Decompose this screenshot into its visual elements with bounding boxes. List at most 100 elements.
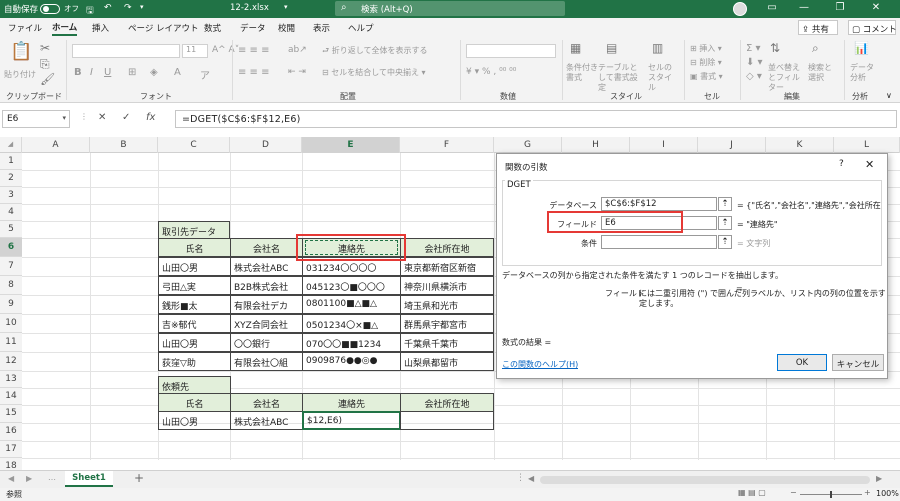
- cancel-button[interactable]: キャンセル: [832, 354, 884, 371]
- table-header-address[interactable]: 会社所在地: [400, 238, 494, 257]
- collapse-dialog-icon[interactable]: ⇡: [718, 235, 732, 249]
- orientation-icon[interactable]: ab↗: [288, 45, 307, 55]
- align-top-icon[interactable]: ≡ ≡ ≡: [238, 45, 270, 56]
- row-header[interactable]: 11: [0, 333, 22, 352]
- scroll-right-icon[interactable]: ▶: [26, 474, 32, 483]
- clear-icon[interactable]: ◇ ▾: [746, 71, 762, 82]
- close-icon[interactable]: ✕: [862, 2, 890, 13]
- font-size-box[interactable]: 11: [182, 44, 208, 58]
- collapse-dialog-icon[interactable]: ⇡: [718, 197, 732, 211]
- cell-style-label[interactable]: セルのスタイル: [648, 63, 678, 93]
- sheet-tab-sheet1[interactable]: Sheet1: [65, 471, 113, 487]
- font-grow-shrink-icon[interactable]: A^ A˅: [212, 45, 239, 55]
- find-select-label[interactable]: 検索と選択: [808, 63, 838, 83]
- ok-button[interactable]: OK: [777, 354, 827, 371]
- row-header[interactable]: 15: [0, 405, 22, 423]
- ribbon-collapse-icon[interactable]: ∨: [886, 91, 892, 100]
- table-cell[interactable]: 0501234〇×■△: [302, 314, 401, 333]
- row-header[interactable]: 16: [0, 423, 22, 441]
- table-cell[interactable]: 山田〇男: [158, 333, 231, 352]
- minimize-icon[interactable]: —: [790, 2, 818, 13]
- conditional-format-label[interactable]: 条件付き書式: [566, 63, 598, 83]
- tab-insert[interactable]: 挿入: [92, 22, 109, 34]
- close-icon[interactable]: ✕: [865, 158, 874, 171]
- table-cell[interactable]: 〇〇銀行: [230, 333, 303, 352]
- underline-icon[interactable]: U: [104, 67, 111, 78]
- database-input[interactable]: $C$6:$F$12: [601, 197, 717, 211]
- avatar[interactable]: [733, 2, 747, 16]
- column-header-g[interactable]: G: [494, 137, 562, 153]
- more-sheets-icon[interactable]: …: [48, 473, 56, 482]
- formula-input[interactable]: =DGET($C$6:$F$12,E6): [175, 110, 897, 128]
- column-header-e[interactable]: E: [302, 137, 400, 153]
- zoom-out-icon[interactable]: −: [790, 488, 797, 497]
- number-format-box[interactable]: [466, 44, 556, 58]
- insert-cells-button[interactable]: ⊞ 挿入 ▾: [690, 43, 722, 54]
- zoom-level[interactable]: 100%: [876, 489, 899, 498]
- undo-icon[interactable]: ↶: [104, 3, 112, 13]
- table-cell[interactable]: XYZ合同会社: [230, 314, 303, 333]
- find-select-icon[interactable]: ⌕: [812, 41, 819, 56]
- number-format-icons[interactable]: ¥ ▾ % , ⁰⁰ ⁰⁰: [466, 67, 516, 77]
- quick-access-dropdown-icon[interactable]: ▾: [140, 3, 144, 11]
- table-cell[interactable]: 有限会社〇組: [230, 352, 303, 371]
- search-box[interactable]: ⌕ 検索 (Alt+Q): [335, 1, 565, 16]
- conditional-format-icon[interactable]: ▦: [570, 41, 581, 55]
- table-cell[interactable]: 株式会社ABC: [230, 411, 303, 430]
- name-box[interactable]: E6 ▾: [2, 110, 70, 128]
- column-header-l[interactable]: L: [834, 137, 900, 153]
- phonetic-icon[interactable]: ア: [200, 67, 210, 82]
- column-header-c[interactable]: C: [158, 137, 230, 153]
- table-cell[interactable]: B2B株式会社: [230, 276, 303, 295]
- hscroll-right-icon[interactable]: ▶: [876, 474, 882, 483]
- font-name-box[interactable]: [72, 44, 180, 58]
- cell-style-icon[interactable]: ▥: [652, 41, 663, 55]
- filename-dropdown-icon[interactable]: ▾: [284, 3, 288, 11]
- confirm-entry-icon[interactable]: ✓: [122, 112, 130, 123]
- view-icons[interactable]: ▦ ▤ ▢: [738, 488, 766, 497]
- fill-color-icon[interactable]: ◈: [150, 67, 158, 78]
- row-header[interactable]: 7: [0, 257, 22, 276]
- analyze-data-icon[interactable]: 📊: [854, 41, 869, 55]
- table-cell[interactable]: 070〇〇■■1234: [302, 333, 401, 352]
- column-header-i[interactable]: I: [630, 137, 698, 153]
- italic-icon[interactable]: I: [90, 67, 93, 78]
- horizontal-scrollbar[interactable]: [540, 476, 870, 484]
- font-color-icon[interactable]: A: [174, 67, 181, 78]
- tab-formulas[interactable]: 数式: [204, 22, 221, 34]
- column-header-f[interactable]: F: [400, 137, 494, 153]
- row-header[interactable]: 12: [0, 352, 22, 371]
- tab-home[interactable]: ホーム: [52, 21, 78, 36]
- cancel-entry-icon[interactable]: ✕: [98, 112, 106, 123]
- zoom-in-icon[interactable]: +: [864, 488, 871, 497]
- table-cell[interactable]: 株式会社ABC: [230, 257, 303, 276]
- table-title[interactable]: 依頼先: [158, 376, 231, 394]
- row-header[interactable]: 17: [0, 441, 22, 458]
- row-header[interactable]: 6: [0, 238, 22, 257]
- row-header[interactable]: 10: [0, 314, 22, 333]
- column-header-b[interactable]: B: [90, 137, 158, 153]
- row-header[interactable]: 2: [0, 170, 22, 187]
- table-cell[interactable]: 0909876●●◎●: [302, 352, 401, 371]
- collapse-dialog-icon[interactable]: ⇡: [718, 216, 732, 230]
- table-cell[interactable]: 吉※郁代: [158, 314, 231, 333]
- bold-icon[interactable]: B: [74, 67, 82, 78]
- row-header[interactable]: 14: [0, 388, 22, 405]
- function-help-link[interactable]: この関数のヘルプ(H): [502, 359, 578, 370]
- align-left-icon[interactable]: ≡ ≡ ≡: [238, 67, 270, 78]
- chevron-down-icon[interactable]: ▾: [62, 114, 66, 122]
- copy-icon[interactable]: ⎘: [40, 57, 50, 72]
- merge-center-button[interactable]: ⊟ セルを結合して中央揃え ▾: [322, 67, 426, 78]
- fill-icon[interactable]: ⬇ ▾: [746, 57, 763, 68]
- format-painter-icon[interactable]: 🖌: [40, 72, 55, 86]
- table-cell[interactable]: 045123〇■〇〇〇: [302, 276, 401, 295]
- wrap-text-button[interactable]: ⮐ 折り返して全体を表示する: [322, 45, 428, 59]
- row-header[interactable]: 5: [0, 221, 22, 238]
- table-header-company[interactable]: 会社名: [230, 393, 303, 412]
- table-title[interactable]: 取引先データ: [158, 221, 230, 239]
- table-cell[interactable]: 山田〇男: [158, 411, 231, 430]
- row-header[interactable]: 3: [0, 187, 22, 204]
- table-header-contact[interactable]: 連絡先: [302, 393, 401, 412]
- format-cells-button[interactable]: ▣ 書式 ▾: [690, 71, 723, 82]
- share-button[interactable]: ⇪ 共有: [798, 20, 838, 35]
